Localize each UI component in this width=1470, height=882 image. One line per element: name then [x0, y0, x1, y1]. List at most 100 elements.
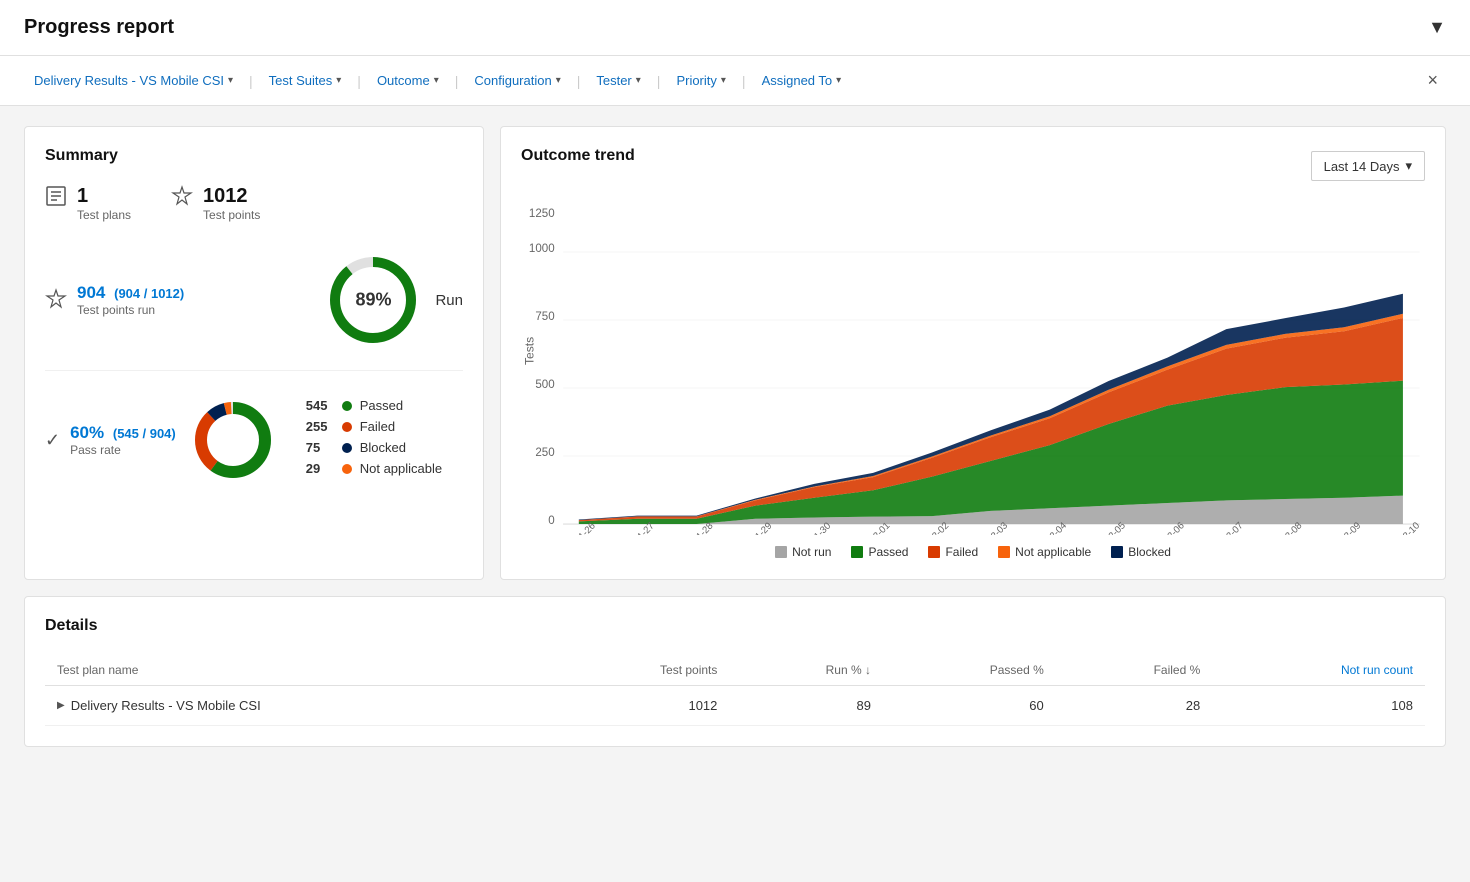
- row-passed-pct: 60: [883, 686, 1056, 726]
- outcome-trend-card: Outcome trend Last 14 Days ▾ 0 250 500 7…: [500, 126, 1446, 580]
- test-plans-metric: 1 Test plans: [45, 185, 131, 222]
- legend-blocked-trend-label: Blocked: [1128, 545, 1171, 559]
- test-points-label: Test points: [203, 208, 260, 222]
- pass-rate-donut: [188, 395, 278, 485]
- filter-assigned-to[interactable]: Assigned To ▾: [752, 67, 852, 94]
- test-plans-count: 1: [77, 185, 131, 208]
- legend-failed-trend-label: Failed: [945, 545, 978, 559]
- col-test-plan-name: Test plan name: [45, 655, 549, 686]
- filter-label-assigned-to: Assigned To: [762, 73, 833, 88]
- details-card: Details Test plan name Test points Run %…: [24, 596, 1446, 747]
- header-row: Test plan name Test points Run % ↓ Passe…: [45, 655, 1425, 686]
- chevron-icon: ▾: [636, 75, 641, 86]
- chevron-icon: ▾: [836, 75, 841, 86]
- filter-bar: Delivery Results - VS Mobile CSI ▾ | Tes…: [0, 56, 1470, 106]
- page-title: Progress report: [24, 16, 174, 39]
- test-points-count: 1012: [203, 185, 260, 208]
- legend-not-applicable-trend-label: Not applicable: [1015, 545, 1091, 559]
- test-points-run-fraction: (904 / 1012): [114, 286, 184, 301]
- test-plans-text: 1 Test plans: [77, 185, 131, 222]
- test-plans-label: Test plans: [77, 208, 131, 222]
- legend-passed-trend-label: Passed: [868, 545, 908, 559]
- filter-outcome[interactable]: Outcome ▾: [367, 67, 449, 94]
- col-not-run-count: Not run count: [1212, 655, 1425, 686]
- summary-card: Summary 1 Test plans: [24, 126, 484, 580]
- separator: |: [742, 73, 746, 89]
- legend-not-run: Not run: [775, 545, 831, 559]
- row-plan-name: Delivery Results - VS Mobile CSI: [71, 698, 261, 713]
- run-text-label: Run: [435, 292, 463, 309]
- run-donut-label: 89%: [355, 290, 391, 311]
- row-not-run-count: 108: [1212, 686, 1425, 726]
- table-row: ▶ Delivery Results - VS Mobile CSI 1012 …: [45, 686, 1425, 726]
- expand-chevron-icon: ▶: [57, 700, 65, 711]
- svg-text:2021-11-26: 2021-11-26: [556, 520, 597, 535]
- pass-rate-icon: ✓: [45, 430, 60, 451]
- separator: |: [455, 73, 459, 89]
- row-failed-pct: 28: [1056, 686, 1213, 726]
- test-plans-icon: [45, 185, 67, 213]
- date-range-chevron-icon: ▾: [1405, 158, 1412, 174]
- filter-delivery-results[interactable]: Delivery Results - VS Mobile CSI ▾: [24, 67, 243, 94]
- legend-not-applicable-trend: Not applicable: [998, 545, 1091, 559]
- separator: |: [249, 73, 253, 89]
- row-run-pct: 89: [729, 686, 883, 726]
- legend-blocked-trend: Blocked: [1111, 545, 1171, 559]
- filter-test-suites[interactable]: Test Suites ▾: [259, 67, 352, 94]
- filter-label-test-suites: Test Suites: [269, 73, 333, 88]
- filter-icon[interactable]: ▼: [1428, 17, 1446, 38]
- svg-text:Tests: Tests: [523, 337, 537, 365]
- col-failed-pct: Failed %: [1056, 655, 1213, 686]
- chevron-icon: ▾: [228, 75, 233, 86]
- test-points-run-icon: [45, 288, 67, 313]
- trend-chart-svg: 0 250 500 750 1000 1250 Tests: [521, 195, 1425, 535]
- details-table: Test plan name Test points Run % ↓ Passe…: [45, 655, 1425, 726]
- page-header: Progress report ▼: [0, 0, 1470, 56]
- filter-label-configuration: Configuration: [474, 73, 551, 88]
- pass-rate-row: ✓ 60% (545 / 904) Pass rate: [45, 395, 463, 485]
- legend-not-applicable: 29 Not applicable: [306, 461, 442, 476]
- filter-label-priority: Priority: [676, 73, 716, 88]
- svg-text:250: 250: [535, 445, 555, 459]
- pass-rate-value: 60%: [70, 423, 104, 442]
- separator: |: [577, 73, 581, 89]
- separator: |: [357, 73, 361, 89]
- test-points-text: 1012 Test points: [203, 185, 260, 222]
- main-content: Summary 1 Test plans: [0, 106, 1470, 767]
- filter-close-button[interactable]: ×: [1419, 66, 1446, 95]
- test-points-icon: [171, 185, 193, 210]
- filter-priority[interactable]: Priority ▾: [666, 67, 735, 94]
- row-test-points: 1012: [549, 686, 729, 726]
- legend-failed-trend: Failed: [928, 545, 978, 559]
- date-range-button[interactable]: Last 14 Days ▾: [1311, 151, 1425, 181]
- trend-header: Outcome trend Last 14 Days ▾: [521, 147, 1425, 185]
- svg-text:1250: 1250: [529, 206, 555, 220]
- expand-row-button[interactable]: ▶ Delivery Results - VS Mobile CSI: [57, 698, 537, 713]
- pass-rate-fraction: (545 / 904): [113, 426, 176, 441]
- pass-rate-label: Pass rate: [70, 443, 176, 457]
- test-points-metric: 1012 Test points: [171, 185, 260, 222]
- pass-rate-legend: 545 Passed 255 Failed 75 Blocked: [306, 398, 442, 482]
- test-points-run-value: 904: [77, 283, 105, 302]
- col-run-pct[interactable]: Run % ↓: [729, 655, 883, 686]
- legend-blocked: 75 Blocked: [306, 440, 442, 455]
- pass-rate-text: 60% (545 / 904) Pass rate: [70, 423, 176, 457]
- legend-passed: 545 Passed: [306, 398, 442, 413]
- chevron-icon: ▾: [434, 75, 439, 86]
- run-donut: 89%: [323, 250, 423, 350]
- filter-label-outcome: Outcome: [377, 73, 430, 88]
- svg-text:1000: 1000: [529, 241, 555, 255]
- filter-label-tester: Tester: [596, 73, 631, 88]
- filter-configuration[interactable]: Configuration ▾: [464, 67, 570, 94]
- row-name: ▶ Delivery Results - VS Mobile CSI: [45, 686, 549, 726]
- svg-text:0: 0: [548, 513, 555, 527]
- col-passed-pct: Passed %: [883, 655, 1056, 686]
- legend-not-run-label: Not run: [792, 545, 831, 559]
- svg-text:500: 500: [535, 377, 555, 391]
- test-points-run-label: Test points run: [77, 303, 184, 317]
- filter-label-delivery-results: Delivery Results - VS Mobile CSI: [34, 73, 224, 88]
- summary-title: Summary: [45, 147, 463, 165]
- details-title: Details: [45, 617, 1425, 635]
- chevron-icon: ▾: [556, 75, 561, 86]
- filter-tester[interactable]: Tester ▾: [586, 67, 650, 94]
